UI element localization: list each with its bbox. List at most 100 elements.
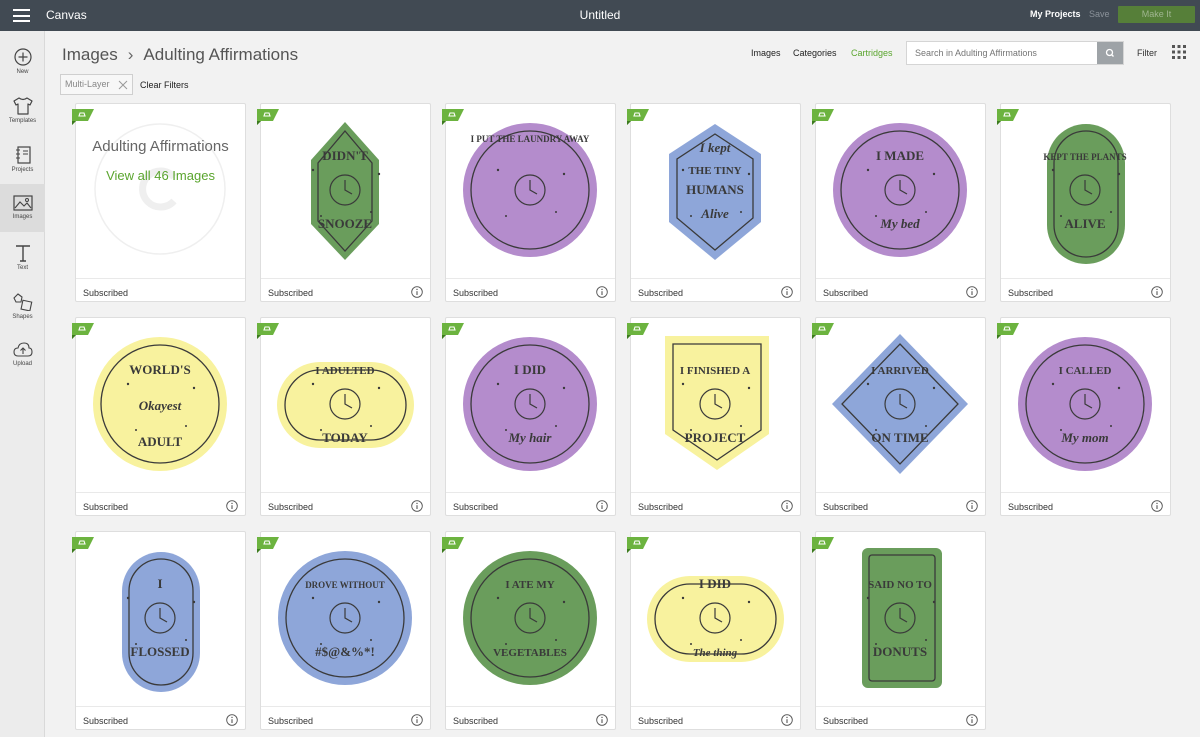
my-projects-link[interactable]: My Projects xyxy=(1030,9,1081,19)
filter-button[interactable]: Filter xyxy=(1137,48,1157,58)
info-icon[interactable] xyxy=(411,500,423,512)
view-all-link[interactable]: View all 46 Images xyxy=(76,168,245,183)
subscription-status: Subscribed xyxy=(1008,288,1054,298)
sidebar-item-label: New xyxy=(16,69,29,75)
images-link[interactable]: Images xyxy=(751,48,781,58)
close-icon[interactable] xyxy=(118,80,128,90)
document-title[interactable]: Untitled xyxy=(0,8,1200,22)
filter-chip-label: Multi-Layer xyxy=(65,79,110,89)
image-card[interactable]: I FLOSSED Subscribed xyxy=(72,531,246,730)
cartridge-title: Adulting Affirmations xyxy=(92,138,229,155)
image-card[interactable]: I CALLED My mom Subscribed xyxy=(997,317,1171,516)
info-icon[interactable] xyxy=(226,500,238,512)
info-icon[interactable] xyxy=(1151,286,1163,298)
info-icon[interactable] xyxy=(966,500,978,512)
card-footer: Subscribed xyxy=(261,492,430,516)
search-button[interactable] xyxy=(1097,42,1123,64)
subscription-flag-icon xyxy=(257,109,279,125)
image-card[interactable]: DIDN'T SNOOZE Subscribed xyxy=(257,103,431,302)
info-icon[interactable] xyxy=(781,500,793,512)
image-text-line: Alive xyxy=(700,206,729,221)
clear-filters-link[interactable]: Clear Filters xyxy=(140,80,189,90)
image-icon xyxy=(12,195,33,211)
image-card[interactable]: I DID The thing Subscribed xyxy=(627,531,801,730)
cartridge-cover-card[interactable]: Adulting Affirmations View all 46 Images… xyxy=(72,103,246,302)
tooth-icon: I FLOSSED xyxy=(122,552,200,692)
card-footer: Subscribed xyxy=(631,492,800,516)
info-icon[interactable] xyxy=(781,714,793,726)
info-icon[interactable] xyxy=(966,714,978,726)
image-card[interactable]: I PUT THE LAUNDRY AWAY Subscribed xyxy=(442,103,616,302)
subscription-flag-icon xyxy=(442,537,464,553)
shapes-icon xyxy=(12,293,32,311)
image-text-line: I kept xyxy=(699,140,731,155)
image-text-line: My bed xyxy=(879,216,920,231)
image-card[interactable]: SAID NO TO DONUTS Subscribed xyxy=(812,531,986,730)
info-icon[interactable] xyxy=(596,500,608,512)
info-icon[interactable] xyxy=(966,286,978,298)
image-card[interactable]: I ATE MY VEGETABLES Subscribed xyxy=(442,531,616,730)
sidebar-item-new[interactable]: New xyxy=(0,37,45,85)
image-text-line: WORLD'S xyxy=(129,362,190,377)
subscription-status: Subscribed xyxy=(1008,502,1054,512)
image-text-line: I DID xyxy=(514,362,546,377)
subscription-status: Subscribed xyxy=(453,288,499,298)
alarm-clock-icon: DIDN'T SNOOZE xyxy=(311,122,381,260)
card-footer: Subscribed xyxy=(631,706,800,730)
info-icon[interactable] xyxy=(781,286,793,298)
save-button[interactable]: Save xyxy=(1089,9,1110,19)
image-text-line: I CALLED xyxy=(1059,365,1112,377)
sidebar-item-images[interactable]: Images xyxy=(0,184,45,232)
image-card[interactable]: I ARRIVED ON TIME Subscribed xyxy=(812,317,986,516)
subscription-flag-icon xyxy=(442,323,464,339)
subscription-flag-icon xyxy=(812,537,834,553)
card-footer: Subscribed xyxy=(76,706,245,730)
breadcrumb-images-link[interactable]: Images xyxy=(62,45,118,64)
sidebar-item-text[interactable]: Text xyxy=(0,233,45,281)
bed-icon: I MADE My bed xyxy=(833,123,967,257)
categories-link[interactable]: Categories xyxy=(793,48,837,58)
image-text-line: I MADE xyxy=(876,148,924,163)
cartridges-link[interactable]: Cartridges xyxy=(851,48,893,58)
sidebar-item-upload[interactable]: Upload xyxy=(0,331,45,379)
info-icon[interactable] xyxy=(596,714,608,726)
cartridge-cover-art xyxy=(94,123,226,255)
subscription-status: Subscribed xyxy=(453,502,499,512)
card-footer: Subscribed xyxy=(816,492,985,516)
info-icon[interactable] xyxy=(596,286,608,298)
image-text-line: TODAY xyxy=(322,430,368,445)
sidebar-item-projects[interactable]: Projects xyxy=(0,135,45,183)
image-text-line: I ARRIVED xyxy=(871,365,929,377)
image-card[interactable]: KEPT THE PLANTS ALIVE Subscribed xyxy=(997,103,1171,302)
subscription-flag-icon xyxy=(72,323,94,339)
sidebar-item-shapes[interactable]: Shapes xyxy=(0,282,45,330)
image-text-line: ADULT xyxy=(138,434,183,449)
info-icon[interactable] xyxy=(411,714,423,726)
subscription-flag-icon xyxy=(627,109,649,125)
card-footer: Subscribed xyxy=(631,278,800,302)
image-card[interactable]: DROVE WITHOUT #$@&%*! Subscribed xyxy=(257,531,431,730)
image-card[interactable]: I kept THE TINY HUMANS Alive Subscribed xyxy=(627,103,801,302)
make-it-button[interactable]: Make It xyxy=(1118,6,1195,23)
search-icon xyxy=(1105,48,1114,57)
trophy-icon: WORLD'S Okayest ADULT xyxy=(93,337,227,471)
info-icon[interactable] xyxy=(411,286,423,298)
subscription-status: Subscribed xyxy=(268,502,314,512)
info-icon[interactable] xyxy=(1151,500,1163,512)
card-footer: Subscribed xyxy=(816,706,985,730)
plant-icon: KEPT THE PLANTS ALIVE xyxy=(1043,124,1127,264)
sidebar-item-templates[interactable]: Templates xyxy=(0,86,45,134)
search-input[interactable] xyxy=(907,42,1097,64)
image-card[interactable]: I MADE My bed Subscribed xyxy=(812,103,986,302)
image-text-line: I DID xyxy=(699,576,731,591)
image-text-line: VEGETABLES xyxy=(493,647,567,659)
menu-icon[interactable] xyxy=(13,9,30,22)
image-card[interactable]: I DID My hair Subscribed xyxy=(442,317,616,516)
phone-icon: I CALLED My mom xyxy=(1018,337,1152,471)
grid-view-icon[interactable] xyxy=(1172,45,1186,59)
image-card[interactable]: WORLD'S Okayest ADULT Subscribed xyxy=(72,317,246,516)
sidebar: New Templates Projects Images Text Shape… xyxy=(0,31,45,737)
image-card[interactable]: I ADULTED TODAY Subscribed xyxy=(257,317,431,516)
image-card[interactable]: I FINISHED A PROJECT Subscribed xyxy=(627,317,801,516)
info-icon[interactable] xyxy=(226,714,238,726)
